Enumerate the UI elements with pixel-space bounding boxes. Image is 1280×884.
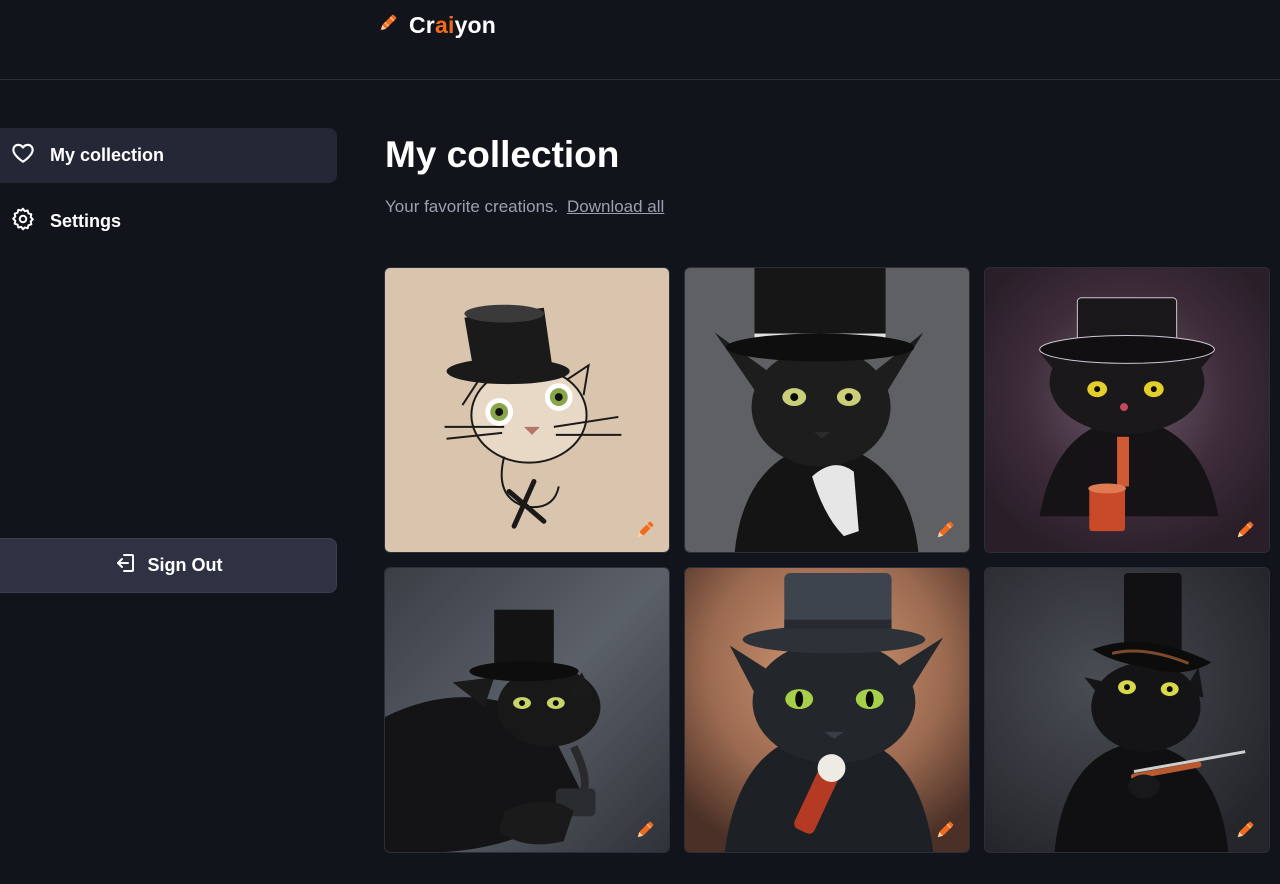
- crayon-edit-icon[interactable]: [631, 516, 659, 544]
- brand-logo[interactable]: Craiyon: [375, 10, 496, 40]
- subtitle-text: Your favorite creations.: [385, 197, 559, 216]
- sign-out-icon: [114, 551, 138, 580]
- collection-image[interactable]: [384, 267, 670, 553]
- page-title: My collection: [385, 134, 620, 175]
- image-cat-cigar: [985, 568, 1269, 852]
- collection-image[interactable]: [384, 567, 670, 853]
- image-sketch-cat: [385, 268, 669, 552]
- image-cat-suit: [685, 268, 969, 552]
- sign-out-label: Sign Out: [147, 555, 223, 575]
- collection-grid: [384, 267, 1270, 853]
- sign-out-button[interactable]: Sign Out: [0, 538, 337, 593]
- top-bar: Craiyon: [0, 0, 1280, 80]
- crayon-edit-icon[interactable]: [931, 816, 959, 844]
- crayon-edit-icon[interactable]: [1231, 516, 1259, 544]
- image-cat-pipe-warm: [685, 568, 969, 852]
- collection-image[interactable]: [684, 267, 970, 553]
- crayon-icon: [375, 10, 401, 41]
- sidebar-item-settings[interactable]: Settings: [0, 194, 337, 249]
- download-all-link[interactable]: Download all: [567, 197, 664, 216]
- collection-image[interactable]: [984, 267, 1270, 553]
- sidebar-item-label: My collection: [50, 145, 165, 165]
- crayon-edit-icon[interactable]: [931, 516, 959, 544]
- collection-image[interactable]: [984, 567, 1270, 853]
- page-subtitle: Your favorite creations. Download all: [385, 197, 664, 217]
- image-cat-pipe-glow: [985, 268, 1269, 552]
- gear-icon: [10, 206, 36, 237]
- collection-image[interactable]: [684, 567, 970, 853]
- heart-icon: [10, 140, 36, 171]
- image-cat-pipe-grey: [385, 568, 669, 852]
- brand-name: Craiyon: [409, 11, 497, 38]
- crayon-edit-icon[interactable]: [631, 816, 659, 844]
- sidebar-item-label: Settings: [50, 211, 122, 231]
- sidebar-item-my-collection[interactable]: My collection: [0, 128, 337, 183]
- crayon-edit-icon[interactable]: [1231, 816, 1259, 844]
